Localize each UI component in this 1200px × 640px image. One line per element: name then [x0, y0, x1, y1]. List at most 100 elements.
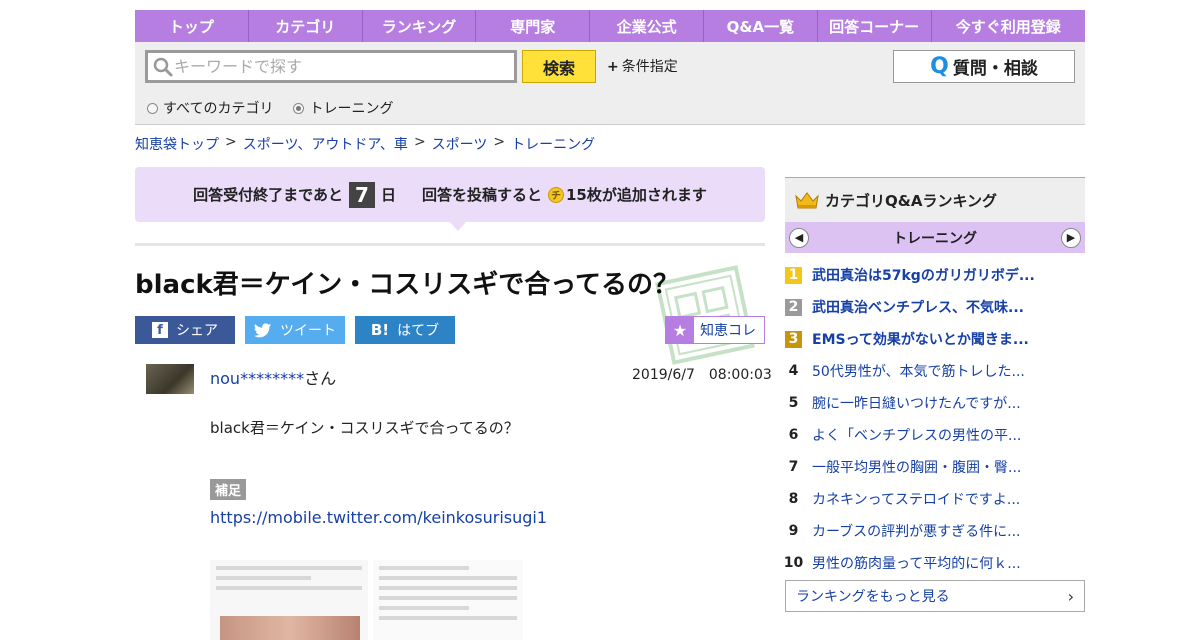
scope-all-radio[interactable]: すべてのカテゴリ [147, 98, 273, 118]
breadcrumb-separator: > [493, 134, 506, 150]
breadcrumb: 知恵袋トップ > スポーツ、アウトドア、車 > スポーツ > トレーニング [135, 134, 595, 154]
avatar[interactable] [146, 364, 194, 394]
scope-current-radio[interactable]: トレーニング [293, 98, 393, 118]
divider [135, 243, 765, 246]
ranking-item-title[interactable]: よく「ベンチプレスの男性の平... [812, 425, 1021, 445]
ranking-item-title[interactable]: カネキンってステロイドですよ... [812, 489, 1020, 509]
ranking-header: カテゴリQ&Aランキング [785, 177, 1085, 222]
ranking-item-title[interactable]: 50代男性が、本気で筋トレした... [812, 361, 1025, 381]
ranking-number: 7 [788, 459, 799, 475]
scope-all-label: すべてのカテゴリ [163, 101, 274, 117]
share-facebook-button[interactable]: f シェア [135, 316, 235, 344]
question-body: black君＝ケイン・コスリスギで合ってるの？ [210, 419, 519, 437]
global-nav: トップ カテゴリ ランキング 専門家 企業公式 Q&A一覧 回答コーナー 今すぐ… [135, 10, 1085, 42]
chevron-right-icon: › [1067, 586, 1074, 606]
q-logo-icon: Q [930, 54, 949, 79]
search-scope: すべてのカテゴリ トレーニング [147, 98, 393, 118]
image-photo-region [220, 616, 360, 640]
ranking-item[interactable]: 4 50代男性が、本気で筋トレした... [785, 355, 1085, 387]
breadcrumb-separator: > [413, 134, 426, 150]
breadcrumb-item[interactable]: スポーツ、アウトドア、車 [243, 134, 408, 154]
supplement-link[interactable]: https://mobile.twitter.com/keinkosurisug… [210, 508, 547, 527]
ranking-item[interactable]: 9 カーブスの評判が悪すぎる件に... [785, 515, 1085, 547]
share-facebook-label: シェア [176, 323, 218, 339]
ranking-item[interactable]: 1 武田真治は57kgのガリガリボデ... [785, 259, 1085, 291]
banner-pointer [450, 222, 466, 231]
search-icon [152, 56, 174, 78]
breadcrumb-item[interactable]: スポーツ [432, 134, 488, 154]
ranking-item[interactable]: 8 カネキンってステロイドですよ... [785, 483, 1085, 515]
ranking-number: 8 [788, 491, 799, 507]
ranking-item-title[interactable]: 武田真治ベンチプレス、不気味... [812, 297, 1024, 317]
breadcrumb-item[interactable]: 知恵袋トップ [135, 134, 219, 154]
share-hatena-label: はてブ [397, 323, 440, 339]
ranking-category: トレーニング [893, 230, 977, 247]
deadline-banner: 回答受付終了まであと 7 日 回答を投稿すると チ 15枚が追加されます [135, 167, 765, 222]
search-button[interactable]: 検索 [522, 50, 596, 83]
attached-image-1[interactable] [210, 560, 368, 640]
chie-collection-label: 知恵コレ [700, 323, 756, 339]
banner-day-unit: 日 [380, 186, 396, 204]
ranking-number: 9 [788, 523, 799, 539]
ranking-item-title[interactable]: カーブスの評判が悪すぎる件に... [812, 521, 1021, 541]
ranking-item[interactable]: 3 EMSって効果がないとか聞きま... [785, 323, 1085, 355]
posted-timestamp: 2019/6/7 08:00:03 [632, 367, 772, 383]
ranking-item[interactable]: 6 よく「ベンチプレスの男性の平... [785, 419, 1085, 451]
nav-official[interactable]: 企業公式 [590, 10, 704, 42]
nav-category[interactable]: カテゴリ [249, 10, 363, 42]
chevron-left-icon[interactable]: ◀ [789, 227, 809, 248]
nav-register[interactable]: 今すぐ利用登録 [932, 10, 1085, 42]
nav-ranking[interactable]: ランキング [363, 10, 477, 42]
ask-question-label: 質問・相談 [952, 59, 1038, 79]
search-conditions-link[interactable]: + 条件指定 [607, 56, 678, 76]
radio-unchecked-icon [147, 102, 158, 114]
ranking-item-title[interactable]: 腕に一昨日縫いつけたんですが... [812, 393, 1021, 413]
star-icon: ★ [666, 317, 694, 343]
chie-collection-button[interactable]: ★ 知恵コレ [665, 316, 765, 344]
ranking-more-link[interactable]: ランキングをもっと見る › [785, 580, 1085, 612]
ranking-item-title[interactable]: EMSって効果がないとか聞きま... [812, 329, 1029, 349]
attached-image-2[interactable] [373, 560, 523, 640]
ranking-category-switcher: ◀ トレーニング ▶ [785, 222, 1085, 253]
search-input[interactable] [174, 53, 504, 80]
ranking-item[interactable]: 10 男性の筋肉量って平均的に何ｋ... [783, 547, 1085, 579]
breadcrumb-item[interactable]: トレーニング [511, 134, 595, 154]
ranking-item-title[interactable]: 一般平均男性の胸囲・腹囲・臀... [812, 457, 1021, 477]
banner-suffix: 15枚が追加されます [566, 186, 707, 204]
ranking-item[interactable]: 2 武田真治ベンチプレス、不気味... [785, 291, 1085, 323]
ranking-item[interactable]: 5 腕に一昨日縫いつけたんですが... [785, 387, 1085, 419]
coin-icon: チ [548, 186, 564, 203]
ask-question-button[interactable]: Q 質問・相談 [893, 50, 1075, 83]
ranking-item-title[interactable]: 武田真治は57kgのガリガリボデ... [812, 265, 1035, 285]
search-conditions-label: 条件指定 [621, 59, 678, 75]
nav-answer-corner[interactable]: 回答コーナー [818, 10, 932, 42]
banner-mid: 回答を投稿すると [421, 186, 542, 204]
ranking-item-title[interactable]: 男性の筋肉量って平均的に何ｋ... [812, 553, 1021, 573]
hatena-icon: B! [370, 321, 390, 339]
nav-top[interactable]: トップ [135, 10, 249, 42]
question-title: black君＝ケイン・コスリスギで合ってるの？ [135, 270, 679, 300]
asker-suffix: さん [304, 369, 337, 388]
share-hatena-button[interactable]: B! はてブ [355, 316, 455, 344]
share-twitter-button[interactable]: ツイート [245, 316, 345, 344]
ranking-number: 6 [788, 427, 799, 443]
chevron-right-icon[interactable]: ▶ [1061, 227, 1081, 248]
radio-checked-icon [293, 102, 305, 114]
asker-name[interactable]: nou******** [210, 369, 304, 388]
plus-icon: + [607, 59, 619, 75]
twitter-icon [254, 322, 271, 337]
ranking-list: 1 武田真治は57kgのガリガリボデ... 2 武田真治ベンチプレス、不気味... 3 E… [783, 259, 1085, 579]
search-area: 検索 +条件指定 Q質問・相談 すべてのカテゴリ トレーニング [135, 42, 1085, 125]
ranking-item[interactable]: 7 一般平均男性の胸囲・腹囲・臀... [785, 451, 1085, 483]
nav-experts[interactable]: 専門家 [476, 10, 591, 42]
ranking-number: 1 [785, 266, 802, 284]
ranking-number: 4 [788, 363, 799, 379]
nav-qa-list[interactable]: Q&A一覧 [704, 10, 818, 42]
asker: nou********さん [210, 365, 336, 389]
ranking-number: 5 [788, 395, 799, 411]
ranking-number: 10 [783, 555, 804, 571]
search-box[interactable] [145, 50, 517, 83]
ranking-heading: カテゴリQ&Aランキング [825, 191, 997, 210]
ranking-more-label: ランキングをもっと見る [796, 589, 950, 605]
facebook-icon: f [152, 322, 168, 338]
